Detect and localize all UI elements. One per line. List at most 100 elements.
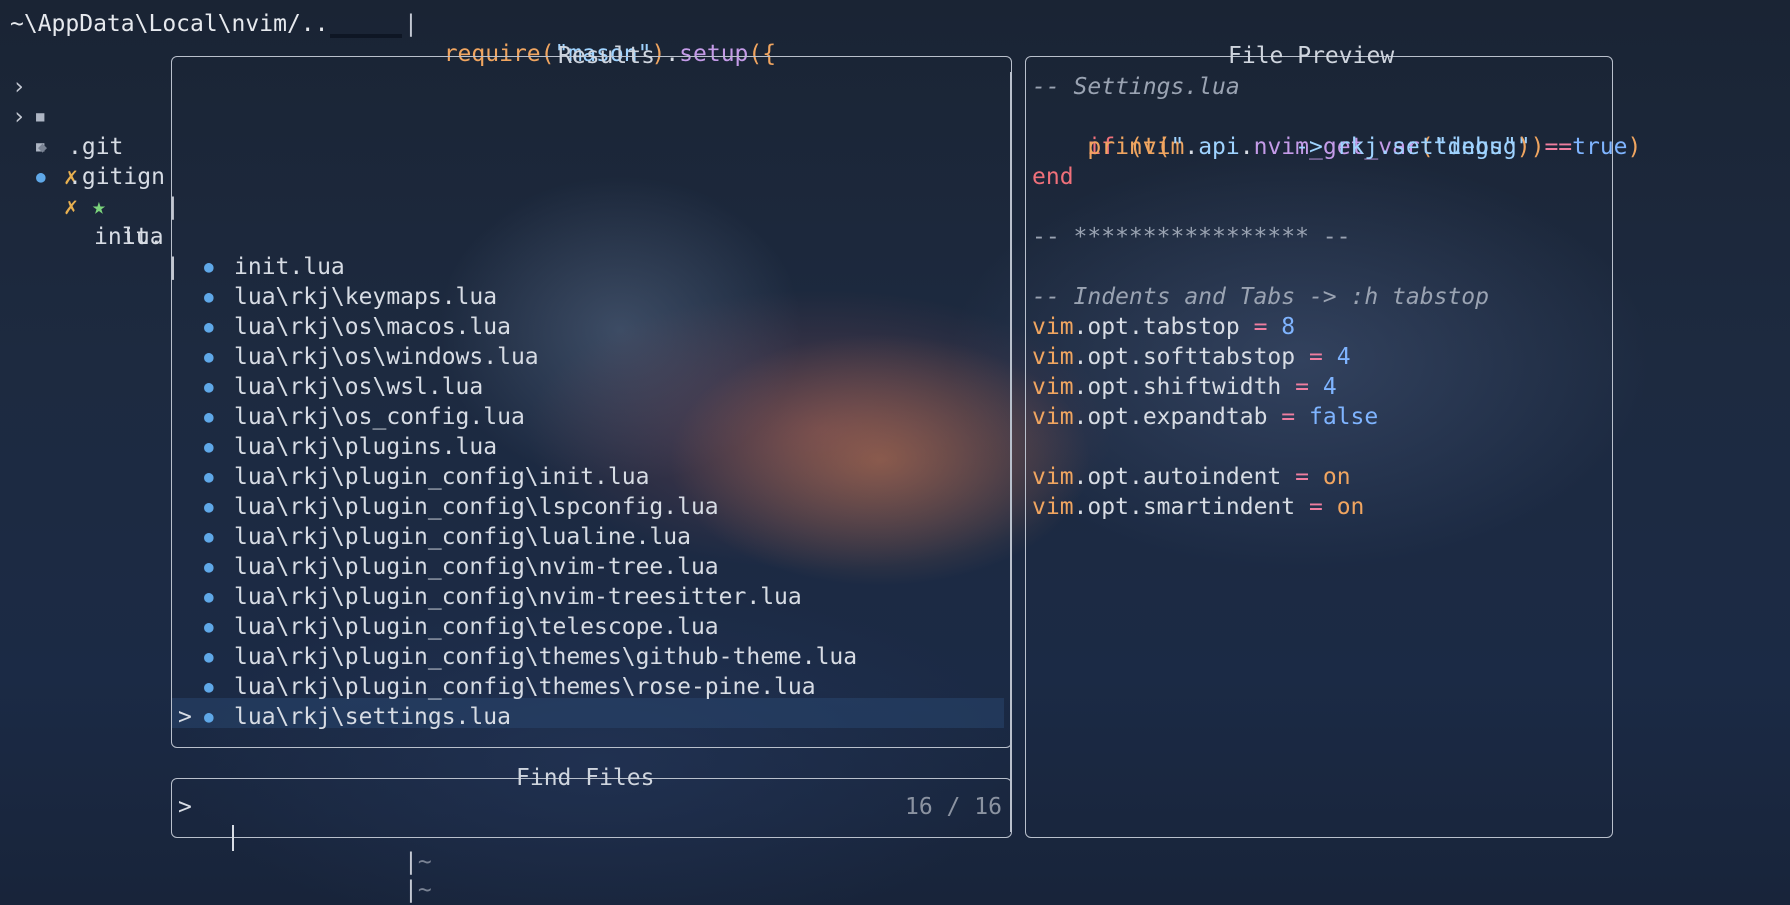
git-modified-icon: ✗ bbox=[64, 194, 78, 220]
tok: ) bbox=[1530, 134, 1545, 160]
code-token: vim bbox=[1032, 494, 1074, 520]
code-token: . bbox=[1073, 314, 1088, 340]
code-token: vim bbox=[1032, 404, 1074, 430]
result-label: lua\rkj\plugin_config\telescope.lua bbox=[234, 614, 719, 640]
code-token: = bbox=[1295, 344, 1337, 370]
code-token: . bbox=[1128, 464, 1143, 490]
code-token: on bbox=[1336, 494, 1365, 520]
preview-option-line: vim.opt.softtabstop = 4 bbox=[1032, 342, 1351, 372]
code-token: . bbox=[1128, 344, 1143, 370]
code-token: = bbox=[1239, 314, 1282, 340]
lua-file-icon: ● bbox=[204, 407, 214, 426]
code-token: opt bbox=[1087, 494, 1129, 520]
result-label: lua\rkj\plugin_config\nvim-tree.lua bbox=[234, 554, 719, 580]
tree-item-gitignore[interactable]: ◆ .gitign | bbox=[0, 102, 180, 220]
lua-file-icon: ● bbox=[204, 587, 214, 606]
preview-option-line: vim.opt.tabstop = 8 bbox=[1032, 312, 1295, 342]
lua-file-icon: ● bbox=[204, 347, 214, 366]
preview-line-2: if (vim.api.nvim_get_var("debug")==true) bbox=[1032, 102, 1641, 160]
tree-item-label: init. bbox=[94, 224, 164, 250]
lua-file-icon: ● bbox=[204, 317, 214, 336]
result-label: lua\rkj\os_config.lua bbox=[234, 404, 525, 430]
find-files-title: Find Files bbox=[516, 765, 655, 791]
result-label: lua\rkj\plugin_config\lualine.lua bbox=[234, 524, 691, 550]
tok-str: " -> rkj.settings" bbox=[1170, 134, 1517, 160]
preview-option-line: vim.opt.autoindent = on bbox=[1032, 462, 1351, 492]
preview-option-line: vim.opt.expandtab = false bbox=[1032, 402, 1378, 432]
code-token: . bbox=[1128, 404, 1143, 430]
file-preview-panel: File Preview bbox=[1025, 43, 1613, 838]
lua-file-icon: ● bbox=[204, 287, 214, 306]
result-label: lua\rkj\plugin_config\init.lua bbox=[234, 464, 650, 490]
code-token: 8 bbox=[1281, 314, 1296, 340]
tree-item-lua[interactable]: › ■ ✗ ★ lua | bbox=[0, 72, 180, 280]
prompt-icon: > bbox=[178, 794, 192, 820]
cwd-path: ~\AppData\Local\nvim/.. bbox=[10, 11, 329, 37]
result-label: lua\rkj\plugin_config\themes\rose-pine.l… bbox=[234, 674, 816, 700]
result-label: lua\rkj\plugin_config\themes\github-them… bbox=[234, 644, 858, 670]
code-token: = bbox=[1281, 464, 1323, 490]
result-count: 16 / 16 bbox=[905, 794, 1002, 820]
code-token: = bbox=[1295, 494, 1337, 520]
result-label: lua\rkj\plugin_config\lspconfig.lua bbox=[234, 494, 719, 520]
tree-item-label: .gitign bbox=[68, 164, 165, 190]
code-token: vim bbox=[1032, 464, 1074, 490]
tree-item-git[interactable]: › ■ .git bbox=[0, 42, 123, 160]
lua-file-icon: ● bbox=[204, 527, 214, 546]
code-token: vim bbox=[1032, 344, 1074, 370]
lua-file-icon: ● bbox=[36, 167, 46, 186]
lua-file-icon: ● bbox=[204, 377, 214, 396]
code-token: 4 bbox=[1336, 344, 1351, 370]
code-token: = bbox=[1267, 404, 1309, 430]
code-token: opt bbox=[1087, 404, 1129, 430]
lua-file-icon: ● bbox=[204, 437, 214, 456]
lua-file-icon: ● bbox=[204, 467, 214, 486]
code-token: false bbox=[1308, 404, 1379, 430]
result-label: lua\rkj\settings.lua bbox=[234, 704, 511, 730]
code-token: opt bbox=[1087, 464, 1129, 490]
lua-file-icon: ● bbox=[204, 617, 214, 636]
code-token: softtabstop bbox=[1142, 344, 1296, 370]
lua-file-icon: ● bbox=[204, 707, 214, 726]
code-token: smartindent bbox=[1142, 494, 1296, 520]
tok-true: true bbox=[1572, 134, 1628, 160]
result-label: init.lua bbox=[234, 254, 345, 280]
code-token: tabstop bbox=[1142, 314, 1240, 340]
preview-line-6: -- ***************** -- bbox=[1032, 224, 1351, 250]
preview-line-4: end bbox=[1032, 164, 1074, 190]
preview-line-8: -- Indents and Tabs -> :h tabstop bbox=[1032, 284, 1489, 310]
code-token: . bbox=[1073, 344, 1088, 370]
search-input[interactable] bbox=[204, 792, 804, 852]
tree-item-init[interactable]: ● ✗ init. | bbox=[0, 132, 180, 280]
code-token: opt bbox=[1087, 344, 1129, 370]
code-token: . bbox=[1073, 404, 1088, 430]
code-token: . bbox=[1128, 374, 1143, 400]
code-token: . bbox=[1128, 494, 1143, 520]
code-token: autoindent bbox=[1142, 464, 1282, 490]
lua-file-icon: ● bbox=[204, 647, 214, 666]
lua-file-icon: ● bbox=[204, 497, 214, 516]
code-token: opt bbox=[1087, 374, 1129, 400]
lua-file-icon: ● bbox=[204, 677, 214, 696]
code-token: vim bbox=[1032, 314, 1074, 340]
code-token: . bbox=[1073, 374, 1088, 400]
results-title: Results bbox=[558, 43, 655, 69]
cwd-path-underline bbox=[330, 34, 402, 38]
tok-eq: == bbox=[1544, 134, 1573, 160]
tree-item-label: .git bbox=[68, 134, 124, 160]
buffer-separator: |~ bbox=[404, 849, 432, 875]
result-label: lua\rkj\os\windows.lua bbox=[234, 344, 539, 370]
text-cursor bbox=[231, 824, 234, 851]
code-token: = bbox=[1281, 374, 1323, 400]
lua-file-icon: ● bbox=[204, 257, 214, 276]
selection-marker-icon: > bbox=[178, 704, 192, 730]
code-token: . bbox=[1073, 494, 1088, 520]
result-label: lua\rkj\keymaps.lua bbox=[234, 284, 498, 310]
preview-left-guide bbox=[1010, 72, 1012, 832]
buffer-separator: |~ bbox=[404, 877, 432, 903]
code-token: on bbox=[1322, 464, 1351, 490]
code-token: 4 bbox=[1322, 374, 1337, 400]
preview-line-1: -- Settings.lua bbox=[1032, 74, 1240, 100]
tok: ) bbox=[1516, 134, 1531, 160]
tok-print: print bbox=[1087, 134, 1157, 160]
